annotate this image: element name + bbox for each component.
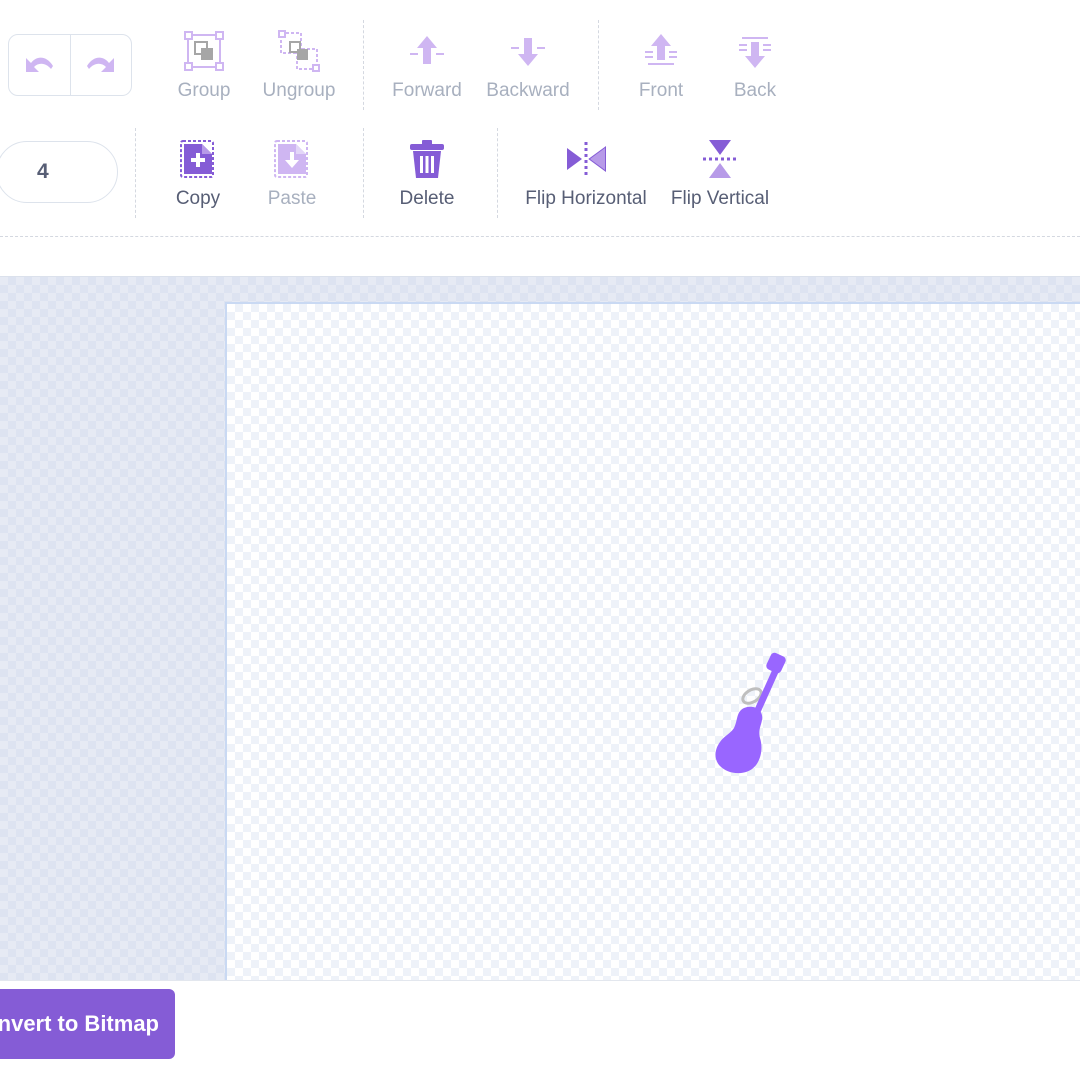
- flip-vertical-label: Flip Vertical: [670, 188, 770, 209]
- undo-icon: [26, 57, 54, 72]
- flip-horizontal-icon: [567, 142, 606, 176]
- backward-button[interactable]: Backward: [468, 28, 588, 102]
- number-input[interactable]: 4: [0, 141, 118, 203]
- back-icon: [739, 37, 771, 68]
- back-label: Back: [733, 80, 777, 101]
- undo-button[interactable]: [9, 35, 70, 95]
- forward-icon: [410, 36, 444, 64]
- ungroup-button[interactable]: Ungroup: [239, 28, 359, 102]
- toolbar-divider: [0, 236, 1080, 237]
- backward-icon: [511, 38, 545, 66]
- convert-to-bitmap-button[interactable]: Convert to Bitmap: [0, 989, 175, 1059]
- delete-icon: [410, 140, 444, 178]
- footer-divider: [0, 980, 1080, 981]
- redo-button[interactable]: [69, 35, 132, 95]
- group-icon: [184, 31, 224, 71]
- paste-icon: [274, 140, 308, 178]
- back-button[interactable]: Back: [695, 28, 815, 102]
- copy-icon: [180, 140, 214, 178]
- redo-icon: [86, 57, 114, 72]
- ungroup-icon: [278, 30, 320, 72]
- delete-label: Delete: [399, 188, 455, 209]
- separator: [363, 20, 364, 110]
- delete-button[interactable]: Delete: [367, 136, 487, 210]
- separator: [135, 128, 136, 218]
- drawing-canvas[interactable]: [225, 302, 1080, 980]
- separator: [598, 20, 599, 110]
- copy-label: Copy: [175, 188, 221, 209]
- paste-button[interactable]: Paste: [232, 136, 352, 210]
- flip-vertical-icon: [703, 140, 737, 178]
- forward-label: Forward: [392, 80, 462, 101]
- front-label: Front: [638, 80, 684, 101]
- guitar-icon[interactable]: [708, 648, 792, 778]
- undo-redo-group: [8, 34, 132, 96]
- flip-horizontal-button[interactable]: Flip Horizontal: [516, 136, 656, 210]
- front-icon: [645, 34, 677, 65]
- group-label: Group: [177, 80, 231, 101]
- paste-label: Paste: [267, 188, 317, 209]
- flip-vertical-button[interactable]: Flip Vertical: [660, 136, 780, 210]
- number-input-value: 4: [37, 160, 49, 183]
- backward-label: Backward: [486, 80, 570, 101]
- separator: [497, 128, 498, 218]
- ungroup-label: Ungroup: [262, 80, 336, 101]
- separator: [363, 128, 364, 218]
- flip-horizontal-label: Flip Horizontal: [525, 188, 647, 209]
